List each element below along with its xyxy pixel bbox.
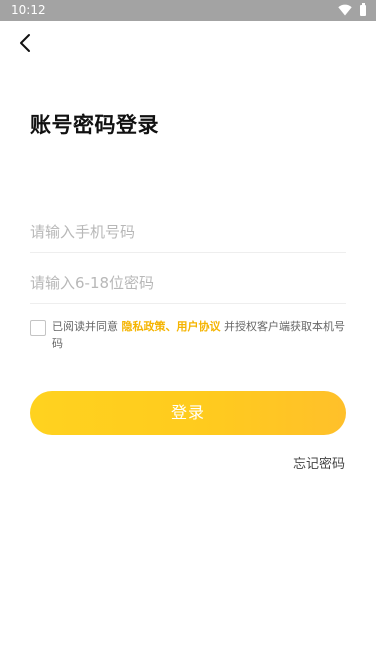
agreement-prefix: 已阅读并同意	[52, 320, 122, 333]
back-button[interactable]	[12, 30, 38, 56]
chevron-left-icon	[20, 34, 30, 52]
phone-field	[30, 212, 346, 253]
agreement-row: 已阅读并同意 隐私政策、用户协议 并授权客户端获取本机号码	[30, 318, 346, 352]
phone-input[interactable]	[30, 212, 346, 252]
agreement-text: 已阅读并同意 隐私政策、用户协议 并授权客户端获取本机号码	[52, 318, 346, 352]
password-input[interactable]	[30, 263, 346, 303]
status-icons	[338, 2, 366, 16]
wifi-icon	[338, 4, 352, 16]
user-agreement-link[interactable]: 用户协议	[177, 320, 221, 333]
page-title: 账号密码登录	[30, 113, 159, 137]
login-button[interactable]: 登录	[30, 391, 346, 435]
link-separator: 、	[165, 320, 177, 333]
status-bar: 10:12	[0, 0, 376, 21]
password-field	[30, 263, 346, 304]
privacy-policy-link[interactable]: 隐私政策	[122, 320, 166, 333]
agreement-checkbox[interactable]	[30, 320, 46, 336]
status-time: 10:12	[11, 3, 46, 17]
forgot-password-link[interactable]: 忘记密码	[293, 456, 345, 474]
battery-icon	[360, 2, 366, 16]
